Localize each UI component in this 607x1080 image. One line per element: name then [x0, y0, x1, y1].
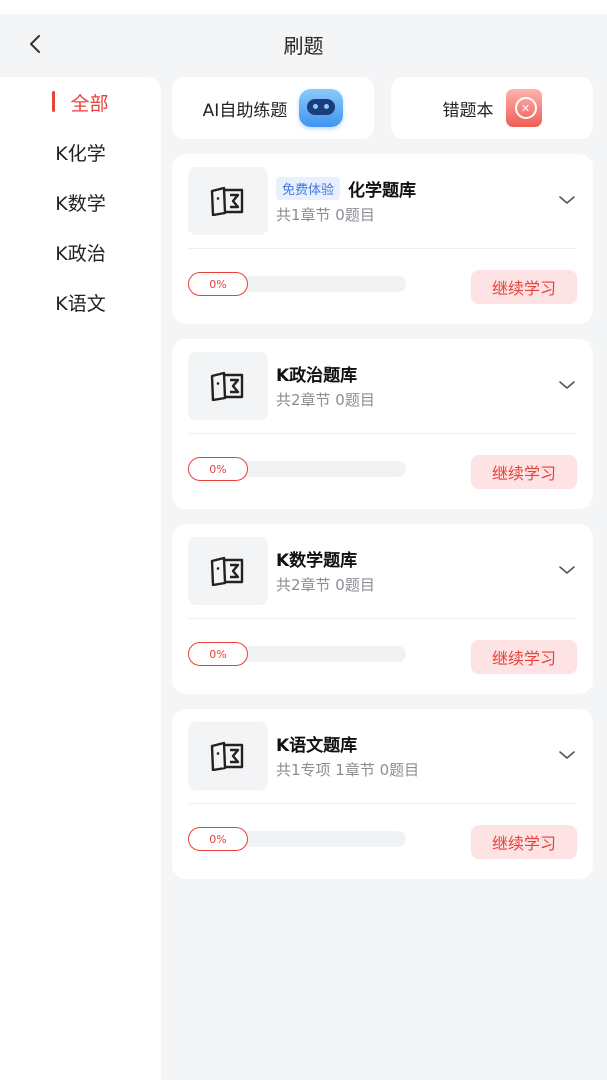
robot-icon	[299, 89, 344, 127]
question-bank-icon	[210, 186, 244, 216]
question-bank-thumbnail	[188, 352, 268, 420]
progress-percent: 0%	[188, 272, 248, 296]
divider	[188, 803, 577, 804]
wrong-question-book-label: 错题本	[442, 100, 494, 121]
question-bank-name: K语文题库	[276, 736, 358, 756]
question-bank-card[interactable]: K数学题库 共2章节 0题目 0% 继续学习	[172, 524, 593, 694]
question-bank-name: 化学题库	[348, 181, 417, 201]
tool-row: AI自助练题 错题本	[172, 77, 593, 139]
free-trial-badge: 免费体验	[276, 177, 341, 200]
continue-learning-button[interactable]: 继续学习	[471, 825, 577, 859]
question-bank-icon	[210, 371, 244, 401]
progress-bar: 0%	[188, 457, 406, 481]
main-content: AI自助练题 错题本 免费体验 化学题库 共1章节 0题目 0% 继续学	[172, 77, 593, 879]
continue-learning-button[interactable]: 继续学习	[471, 640, 577, 674]
wrong-question-book-button[interactable]: 错题本	[391, 77, 593, 139]
sidebar-item-math[interactable]: K数学	[0, 177, 161, 227]
progress-percent: 0%	[188, 457, 248, 481]
wrong-book-icon	[505, 89, 542, 127]
question-bank-title-row: K政治题库	[276, 361, 357, 386]
question-bank-thumbnail	[188, 167, 268, 235]
chevron-down-icon[interactable]	[557, 745, 577, 765]
sidebar-item-chemistry[interactable]: K化学	[0, 127, 161, 177]
question-bank-thumbnail	[188, 722, 268, 790]
top-bar: 刷题	[0, 14, 607, 74]
sidebar-item-label: K化学	[55, 142, 106, 165]
question-bank-card[interactable]: K语文题库 共1专项 1章节 0题目 0% 继续学习	[172, 709, 593, 879]
question-bank-meta: 共1专项 1章节 0题目	[276, 761, 420, 779]
sidebar-item-label: K语文	[55, 292, 106, 315]
progress-percent: 0%	[188, 642, 248, 666]
sidebar-item-label: 全部	[70, 92, 109, 115]
ai-practice-label: AI自助练题	[202, 100, 288, 121]
question-bank-icon	[210, 556, 244, 586]
divider	[188, 433, 577, 434]
question-bank-title-row: 免费体验 化学题库	[276, 176, 416, 201]
progress-bar: 0%	[188, 642, 406, 666]
status-bar	[0, 0, 607, 14]
divider	[188, 618, 577, 619]
question-bank-card[interactable]: 免费体验 化学题库 共1章节 0题目 0% 继续学习	[172, 154, 593, 324]
question-bank-icon	[210, 741, 244, 771]
chevron-down-icon[interactable]	[557, 560, 577, 580]
question-bank-name: K政治题库	[276, 366, 358, 386]
continue-learning-button[interactable]: 继续学习	[471, 455, 577, 489]
question-bank-meta: 共2章节 0题目	[276, 576, 375, 594]
sidebar-item-chinese[interactable]: K语文	[0, 277, 161, 327]
question-bank-meta: 共2章节 0题目	[276, 391, 375, 409]
sidebar-item-politics[interactable]: K政治	[0, 227, 161, 277]
question-bank-card[interactable]: K政治题库 共2章节 0题目 0% 继续学习	[172, 339, 593, 509]
divider	[188, 248, 577, 249]
question-bank-meta: 共1章节 0题目	[276, 206, 375, 224]
question-bank-thumbnail	[188, 537, 268, 605]
progress-bar: 0%	[188, 272, 406, 296]
chevron-down-icon[interactable]	[557, 190, 577, 210]
sidebar-item-label: K政治	[55, 242, 106, 265]
question-bank-title-row: K语文题库	[276, 731, 357, 756]
category-sidebar: 全部 K化学 K数学 K政治 K语文	[0, 77, 161, 1080]
back-icon[interactable]	[24, 32, 48, 56]
page-title: 刷题	[283, 33, 324, 58]
continue-learning-button[interactable]: 继续学习	[471, 270, 577, 304]
question-bank-title-row: K数学题库	[276, 546, 357, 571]
chevron-down-icon[interactable]	[557, 375, 577, 395]
progress-percent: 0%	[188, 827, 248, 851]
question-bank-name: K数学题库	[276, 551, 358, 571]
progress-bar: 0%	[188, 827, 406, 851]
sidebar-item-label: K数学	[55, 192, 106, 215]
ai-practice-button[interactable]: AI自助练题	[172, 77, 374, 139]
sidebar-item-all[interactable]: 全部	[0, 77, 161, 127]
